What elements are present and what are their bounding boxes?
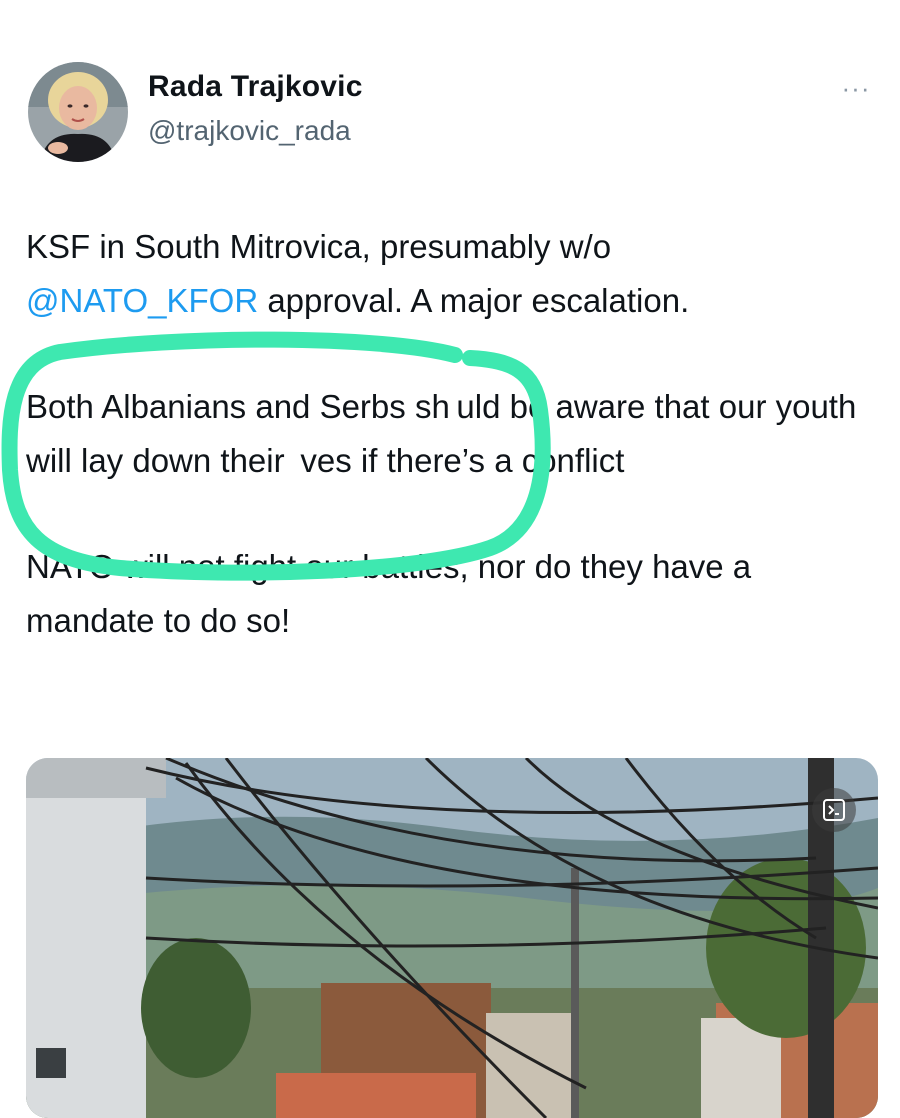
mention-link[interactable]: @NATO_KFOR [26,282,258,319]
more-options-button[interactable]: ··· [836,70,876,106]
video-thumbnail[interactable] [26,758,878,1118]
tweet-paragraph-1: KSF in South Mitrovica, presumably w/o @… [26,220,886,328]
tweet-text-line: KSF in South Mitrovica, presumably w/o [26,228,612,265]
gif-icon [812,788,856,832]
author-handle[interactable]: @trajkovic_rada [148,115,351,147]
tweet-card[interactable]: Rada Trajkovic @trajkovic_rada ··· KSF i… [0,0,900,1118]
tweet-paragraph-2: Both Albanians and Serbs sh uld be aware… [26,388,857,479]
tweet-text: KSF in South Mitrovica, presumably w/o @… [26,220,886,648]
tweet-paragraph-3: NATO will not fight our battles, nor do … [26,548,752,639]
more-horizontal-icon: ··· [841,73,871,103]
avatar[interactable] [28,62,128,162]
avatar-image [28,62,128,162]
street-scene-image [26,758,878,1118]
author-name[interactable]: Rada Trajkovic [148,70,363,104]
tweet-text-line: approval. A major escalation. [258,282,690,319]
